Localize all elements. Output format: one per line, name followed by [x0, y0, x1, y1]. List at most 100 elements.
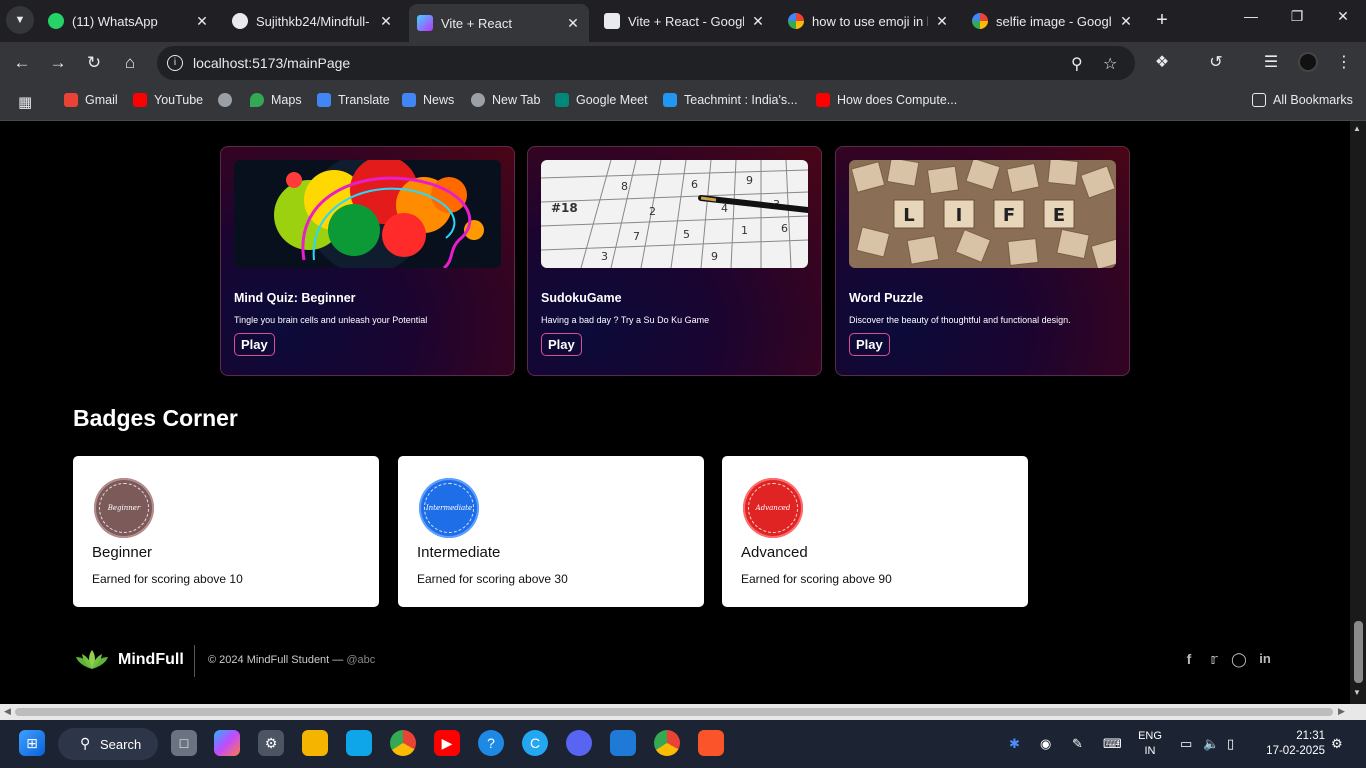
close-icon[interactable]: ✕ [934, 13, 950, 30]
minimize-icon[interactable]: — [1236, 8, 1266, 24]
apps-grid-icon[interactable]: ▦ [18, 93, 32, 111]
badge-card-beginner: Beginner Beginner Earned for scoring abo… [73, 456, 379, 607]
bookmark-translate[interactable]: Translate [317, 93, 390, 107]
forward-icon[interactable]: → [46, 51, 70, 75]
play-button[interactable]: Play [849, 333, 890, 356]
tab-vite-react-active[interactable]: Vite + React ✕ [409, 4, 589, 42]
close-icon[interactable]: ✕ [378, 13, 394, 30]
tab-google-docs[interactable]: Vite + React - Google ✕ [596, 6, 774, 36]
game-description: Discover the beauty of thoughtful and fu… [849, 315, 1071, 325]
vertical-scrollbar[interactable]: ▲ ▼ [1350, 121, 1366, 704]
bookmark-how-does-computer[interactable]: How does Compute... [816, 93, 957, 107]
system-clock[interactable]: 21:31 17-02-2025 [1255, 729, 1325, 759]
bookmark-news[interactable]: News [402, 93, 454, 107]
scroll-up-icon[interactable]: ▲ [1353, 124, 1361, 133]
instagram-icon[interactable]: ◯ [1230, 651, 1248, 668]
url-text[interactable]: localhost:5173/mainPage [193, 55, 350, 71]
horizontal-scrollbar[interactable]: ◀ ▶ [0, 704, 1350, 720]
close-icon[interactable]: ✕ [194, 13, 210, 30]
tab-title: Vite + React [441, 15, 512, 31]
bookmark-gmail[interactable]: Gmail [64, 93, 118, 107]
file-explorer-icon[interactable] [302, 730, 328, 756]
scroll-down-icon[interactable]: ▼ [1353, 688, 1361, 697]
bookmark-youtube[interactable]: YouTube [133, 93, 203, 107]
restore-icon[interactable]: ❐ [1282, 8, 1312, 25]
bookmark-google-meet[interactable]: Google Meet [555, 93, 648, 107]
keyboard-icon[interactable]: ⌨ [1103, 736, 1122, 752]
window-close-icon[interactable]: ✕ [1328, 8, 1358, 25]
svg-text:7: 7 [633, 230, 640, 243]
svg-text:4: 4 [721, 202, 728, 215]
close-icon[interactable]: ✕ [750, 13, 766, 30]
facebook-icon[interactable]: f [1180, 651, 1198, 667]
bookmark-globe[interactable] [218, 93, 239, 107]
footer-brand[interactable]: MindFull [118, 651, 184, 669]
badges-section-title: Badges Corner [73, 405, 238, 431]
extensions-icon[interactable]: ❖ [1150, 52, 1174, 72]
vertical-scroll-thumb[interactable] [1354, 621, 1363, 683]
horizontal-scroll-thumb[interactable] [15, 708, 1333, 716]
footer-handle-link[interactable]: @abc [346, 654, 375, 666]
discord-icon[interactable] [566, 730, 592, 756]
back-icon[interactable]: ← [10, 51, 34, 75]
site-info-icon[interactable]: i [167, 55, 183, 71]
history-icon[interactable]: ↺ [1204, 52, 1228, 72]
notifications-icon[interactable]: ⚙ [1331, 736, 1343, 752]
tab-google-search-selfie[interactable]: selfie image - Google ✕ [964, 6, 1142, 36]
play-button[interactable]: Play [234, 333, 275, 356]
svg-text:L: L [903, 205, 914, 226]
tab-search-button[interactable]: ▼ [6, 6, 34, 34]
tab-whatsapp[interactable]: (11) WhatsApp ✕ [40, 6, 218, 36]
profile-avatar[interactable] [1298, 52, 1318, 72]
new-tab-button[interactable]: + [1150, 8, 1174, 32]
badge-name: Beginner [92, 544, 153, 561]
twitter-icon[interactable]: 𝕣 [1205, 651, 1223, 668]
close-icon[interactable]: ✕ [1118, 13, 1134, 30]
linkedin-icon[interactable]: in [1256, 651, 1274, 666]
bookmark-star-icon[interactable]: ☆ [1103, 54, 1117, 74]
whatsapp-icon [48, 13, 64, 29]
play-button[interactable]: Play [541, 333, 582, 356]
network-icon[interactable]: ▭ [1180, 736, 1192, 752]
brave-icon[interactable] [698, 730, 724, 756]
media-controls-icon[interactable]: ☰ [1259, 52, 1283, 72]
scroll-left-icon[interactable]: ◀ [4, 706, 11, 717]
pen-menu-icon[interactable]: ✎ [1072, 736, 1083, 752]
all-bookmarks[interactable]: All Bookmarks [1252, 93, 1353, 107]
address-bar[interactable]: i localhost:5173/mainPage ⚲ ☆ [157, 46, 1135, 80]
translate-icon [317, 93, 331, 107]
bookmark-teachmint[interactable]: Teachmint : India's... [663, 93, 798, 107]
home-icon[interactable]: ⌂ [118, 51, 142, 75]
chrome-icon[interactable] [390, 730, 416, 756]
language-indicator[interactable]: ENG IN [1137, 729, 1163, 759]
vscode-icon[interactable] [610, 730, 636, 756]
tab-google-search-emoji[interactable]: how to use emoji in l ✕ [780, 6, 958, 36]
canva-icon[interactable]: C [522, 730, 548, 756]
bookmark-new-tab[interactable]: New Tab [471, 93, 540, 107]
taskbar-search[interactable]: ⚲ Search [58, 728, 158, 760]
volume-icon[interactable]: 🔈 [1203, 736, 1219, 752]
app-tray-icon[interactable]: ◉ [1040, 736, 1051, 752]
windows-start-icon[interactable]: ⊞ [19, 730, 45, 756]
footer: MindFull © 2024 MindFull Student — @abc … [0, 631, 1350, 691]
reload-icon[interactable]: ↻ [82, 51, 106, 75]
help-icon[interactable]: ? [478, 730, 504, 756]
scroll-right-icon[interactable]: ▶ [1338, 706, 1345, 717]
task-view-icon[interactable]: □ [171, 730, 197, 756]
close-icon[interactable]: ✕ [565, 15, 581, 32]
tab-github[interactable]: Sujithkb24/Mindfull- ✕ [224, 6, 402, 36]
monitor-app-icon[interactable] [346, 730, 372, 756]
zoom-icon[interactable]: ⚲ [1071, 54, 1083, 74]
tab-title: Sujithkb24/Mindfull- [256, 13, 370, 29]
battery-icon[interactable]: ▯ [1227, 736, 1234, 752]
youtube-icon [133, 93, 147, 107]
menu-kebab-icon[interactable]: ⋮ [1332, 52, 1356, 72]
chrome-active-icon[interactable] [654, 730, 680, 756]
youtube-app-icon[interactable]: ▶ [434, 730, 460, 756]
advanced-medal-icon: Advanced [743, 478, 803, 538]
bookmark-maps[interactable]: Maps [250, 93, 302, 107]
copilot-icon[interactable] [214, 730, 240, 756]
svg-text:2: 2 [649, 205, 656, 218]
settings-gear-icon[interactable]: ⚙ [258, 730, 284, 756]
bluetooth-icon[interactable]: ✱ [1009, 736, 1020, 752]
